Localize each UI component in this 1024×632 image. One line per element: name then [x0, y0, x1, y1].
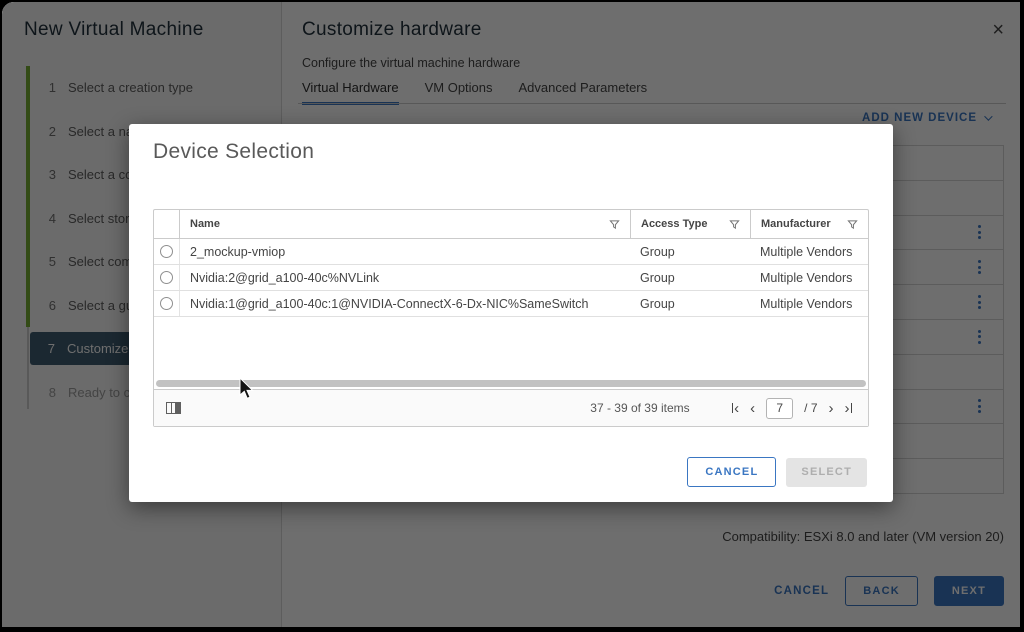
first-page-button[interactable]: ‹	[732, 401, 740, 416]
page-total: / 7	[804, 401, 817, 415]
page-input[interactable]	[766, 398, 793, 419]
radio-button[interactable]	[160, 271, 173, 284]
column-label: Name	[190, 218, 605, 230]
column-header-access-type: Access Type	[630, 210, 750, 238]
radio-column-header	[154, 210, 180, 238]
device-name: Nvidia:2@grid_a100-40c%NVLink	[190, 271, 620, 285]
table-footer: 37 - 39 of 39 items ‹ ‹ / 7 › ›	[154, 389, 868, 426]
column-label: Manufacturer	[761, 218, 843, 230]
device-row[interactable]: Nvidia:1@grid_a100-40c:1@NVIDIA-ConnectX…	[154, 291, 868, 317]
column-header-manufacturer: Manufacturer	[750, 210, 868, 238]
next-page-button[interactable]: ›	[829, 401, 834, 416]
column-header-name: Name	[180, 218, 630, 230]
radio-button[interactable]	[160, 245, 173, 258]
horizontal-scrollbar[interactable]	[156, 380, 866, 387]
device-row[interactable]: Nvidia:2@grid_a100-40c%NVLink Group Mult…	[154, 265, 868, 291]
device-name: 2_mockup-vmiop	[190, 245, 620, 259]
prev-page-button[interactable]: ‹	[750, 401, 755, 416]
filter-icon[interactable]	[609, 219, 620, 230]
device-table: Name Access Type Manufacturer 2_mockup-v…	[153, 209, 869, 427]
column-settings-icon[interactable]	[166, 402, 181, 414]
device-manufacturer: Multiple Vendors	[750, 245, 868, 259]
last-page-button[interactable]: ›	[845, 401, 853, 416]
dialog-buttons: CANCEL SELECT	[687, 457, 867, 487]
device-row[interactable]: 2_mockup-vmiop Group Multiple Vendors	[154, 239, 868, 265]
app-window: New Virtual Machine 1 Select a creation …	[2, 2, 1020, 627]
device-manufacturer: Multiple Vendors	[750, 271, 868, 285]
filter-icon[interactable]	[729, 219, 740, 230]
dialog-title: Device Selection	[153, 140, 314, 164]
pagination: ‹ ‹ / 7 › ›	[732, 398, 852, 419]
device-access-type: Group	[630, 271, 750, 285]
device-selection-dialog: Device Selection Name Access Type Manufa…	[129, 124, 893, 502]
items-count: 37 - 39 of 39 items	[590, 401, 689, 415]
device-access-type: Group	[630, 297, 750, 311]
radio-button[interactable]	[160, 297, 173, 310]
device-name: Nvidia:1@grid_a100-40c:1@NVIDIA-ConnectX…	[190, 297, 620, 311]
column-label: Access Type	[641, 218, 725, 230]
dialog-select-button[interactable]: SELECT	[786, 458, 867, 487]
dialog-cancel-button[interactable]: CANCEL	[687, 457, 776, 487]
table-empty-area	[154, 317, 868, 380]
device-manufacturer: Multiple Vendors	[750, 297, 868, 311]
device-access-type: Group	[630, 245, 750, 259]
filter-icon[interactable]	[847, 219, 858, 230]
table-header: Name Access Type Manufacturer	[154, 210, 868, 239]
